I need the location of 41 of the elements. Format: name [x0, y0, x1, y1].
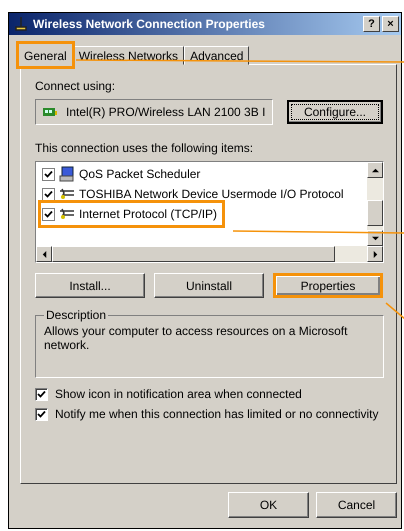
title-bar-button[interactable]: × [382, 16, 399, 32]
connect-using-label: Connect using: [35, 79, 116, 93]
configure-button[interactable]: Configure... [287, 100, 383, 124]
option-label: Notify me when this connection has limited or no connectivity [55, 407, 378, 421]
item-button[interactable]: Install... [35, 273, 145, 298]
item-label: QoS Packet Scheduler [79, 167, 200, 181]
right-arrow-icon [372, 250, 378, 258]
items-label: This connection uses the following items: [35, 141, 254, 155]
item-label: TOSHIBA Network Device Usermode I/O Protocol [79, 187, 344, 201]
network-icon [13, 16, 29, 32]
description-text: Allows your computer to access resources on a Microsoft network. [44, 324, 348, 352]
tab[interactable]: Advanced [184, 46, 250, 65]
adapter-name: Intel(R) PRO/Wireless LAN 2100 3B I [66, 105, 266, 119]
network-card-icon [42, 106, 58, 118]
checkbox[interactable] [35, 408, 48, 420]
checkbox[interactable] [42, 168, 55, 180]
checkbox[interactable] [42, 188, 55, 200]
option-label: Show icon in notification area when connected [55, 387, 302, 401]
list-item[interactable]: Internet Protocol (TCP/IP) [42, 204, 222, 224]
protocol-icon [59, 206, 75, 222]
window-title: Wireless Network Connection Properties [33, 17, 266, 31]
computer-icon [59, 166, 75, 182]
list-item[interactable]: QoS Packet Scheduler [42, 164, 200, 184]
horizontal-scrollbar[interactable] [36, 246, 383, 262]
checkbox[interactable] [42, 208, 55, 220]
tab[interactable]: General [18, 43, 73, 67]
list-item[interactable]: TOSHIBA Network Device Usermode I/O Protocol [42, 184, 344, 204]
left-arrow-icon [40, 250, 48, 258]
item-button[interactable]: Uninstall [154, 273, 264, 298]
description-title: Description [45, 308, 108, 322]
item-button[interactable]: Properties [273, 273, 383, 298]
down-arrow-icon [372, 234, 378, 242]
up-arrow-icon [372, 166, 378, 174]
checkbox[interactable] [35, 388, 48, 400]
item-label: Internet Protocol (TCP/IP) [79, 207, 218, 221]
title-bar-button[interactable]: ? [363, 16, 380, 32]
dialog-button[interactable]: Cancel [316, 492, 397, 518]
leader-line [386, 302, 404, 320]
dialog-button[interactable]: OK [228, 492, 309, 518]
protocol-icon [59, 186, 75, 202]
vertical-scrollbar[interactable] [367, 162, 383, 246]
